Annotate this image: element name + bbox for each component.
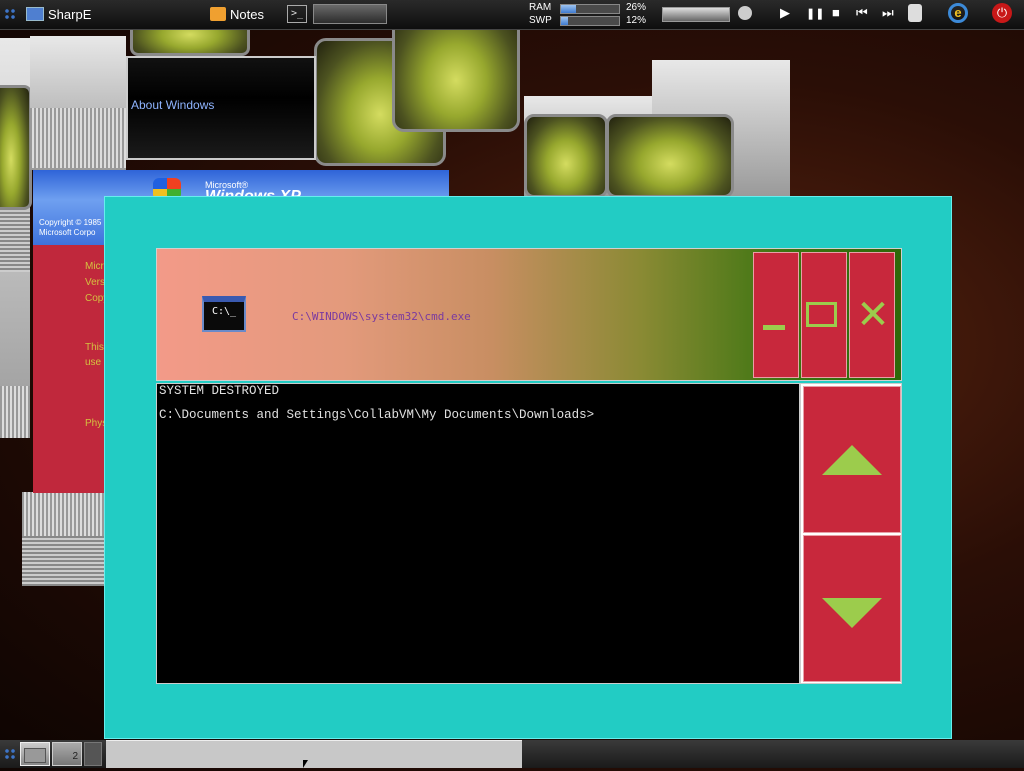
ram-label: RAM bbox=[529, 2, 552, 13]
pause-icon[interactable]: ❚❚ bbox=[806, 7, 824, 20]
cmd-icon[interactable]: C:\_ bbox=[202, 296, 246, 332]
speaker-icon[interactable] bbox=[738, 6, 752, 20]
console-output[interactable]: SYSTEM DESTROYED C:\Documents and Settin… bbox=[156, 383, 800, 684]
cmd-window: C:\_ C:\WINDOWS\system32\cmd.exe ✕ SYSTE… bbox=[104, 196, 952, 739]
swp-label: SWP bbox=[529, 15, 552, 26]
play-icon[interactable]: ▶ bbox=[780, 5, 790, 21]
swp-meter bbox=[560, 16, 620, 26]
taskbar: 2 bbox=[0, 740, 1024, 768]
notes-icon bbox=[210, 7, 226, 21]
about-windows-label: About Windows bbox=[131, 98, 215, 112]
mouse-cursor bbox=[303, 760, 308, 768]
bg-fragment-monitor bbox=[606, 114, 734, 198]
run-input[interactable] bbox=[313, 4, 387, 24]
bg-fragment-stripes bbox=[0, 386, 30, 438]
command-prompt-icon[interactable]: >_ bbox=[287, 5, 307, 23]
bg-fragment-stripes bbox=[0, 212, 30, 272]
window-title: C:\WINDOWS\system32\cmd.exe bbox=[292, 310, 471, 323]
about-dialog-fragment: Micr Vers Copy This use Phys bbox=[33, 245, 108, 493]
minimize-button[interactable] bbox=[753, 252, 799, 378]
fragment-text: Vers bbox=[85, 277, 106, 288]
notes-button[interactable]: Notes bbox=[210, 3, 264, 25]
about-windows-fragment: About Windows bbox=[126, 56, 316, 160]
fragment-text: use bbox=[85, 357, 102, 368]
bg-fragment-monitor bbox=[0, 85, 32, 210]
virtual-desktop-3[interactable] bbox=[84, 742, 102, 766]
internet-explorer-icon[interactable]: e bbox=[948, 3, 968, 23]
alien-icon[interactable] bbox=[908, 4, 922, 22]
stop-icon[interactable]: ■ bbox=[832, 5, 840, 20]
bg-fragment-stripes bbox=[22, 536, 104, 586]
console-prompt: C:\Documents and Settings\CollabVM\My Do… bbox=[159, 408, 595, 422]
fragment-text: Micr bbox=[85, 261, 104, 272]
ram-percent: 26% bbox=[626, 2, 647, 13]
scroll-up-button[interactable] bbox=[803, 386, 901, 533]
close-icon: ✕ bbox=[856, 292, 890, 338]
top-bar: SharpE Notes >_ RAM 26% SWP 12% ▶ ❚❚ ■ ⏮… bbox=[0, 0, 1024, 30]
bg-fragment-monitor bbox=[524, 114, 608, 198]
previous-track-icon[interactable]: ⏮ bbox=[856, 5, 868, 21]
swp-meter-fill bbox=[561, 17, 568, 25]
bg-fragment-stripes bbox=[22, 492, 104, 536]
scroll-down-button[interactable] bbox=[803, 535, 901, 682]
sharpe-label: SharpE bbox=[48, 6, 92, 22]
virtual-desktop-1[interactable] bbox=[20, 742, 50, 766]
cmd-titlebar[interactable]: C:\_ C:\WINDOWS\system32\cmd.exe ✕ bbox=[156, 248, 902, 381]
minimize-icon bbox=[763, 325, 785, 330]
scrollbar[interactable] bbox=[800, 383, 902, 684]
maximize-icon bbox=[806, 302, 837, 327]
swp-percent: 12% bbox=[626, 15, 647, 26]
ram-meter bbox=[560, 4, 620, 14]
desktop-thumbnail bbox=[24, 748, 46, 763]
menu-grid-icon[interactable] bbox=[4, 8, 16, 20]
next-track-icon[interactable]: ⏭ bbox=[882, 5, 894, 21]
fragment-text: This bbox=[85, 342, 104, 353]
volume-slider[interactable] bbox=[662, 7, 730, 22]
maximize-button[interactable] bbox=[801, 252, 847, 378]
monitor-icon bbox=[26, 7, 44, 21]
power-icon[interactable]: ⏻ bbox=[992, 3, 1012, 23]
notes-label: Notes bbox=[230, 6, 264, 22]
arrow-up-icon bbox=[822, 445, 882, 475]
taskbar-active-task[interactable] bbox=[106, 740, 522, 768]
menu-grid-icon[interactable] bbox=[4, 748, 16, 760]
xp-copyright: Copyright © 1985 Microsoft Corpo bbox=[39, 218, 102, 237]
close-button[interactable]: ✕ bbox=[849, 252, 895, 378]
sharpe-button[interactable]: SharpE bbox=[26, 3, 91, 25]
console-line: SYSTEM DESTROYED bbox=[159, 384, 280, 398]
virtual-desktop-2[interactable]: 2 bbox=[52, 742, 82, 766]
ram-meter-fill bbox=[561, 5, 577, 13]
arrow-down-icon bbox=[822, 598, 882, 628]
bg-fragment-stripes bbox=[30, 108, 126, 168]
